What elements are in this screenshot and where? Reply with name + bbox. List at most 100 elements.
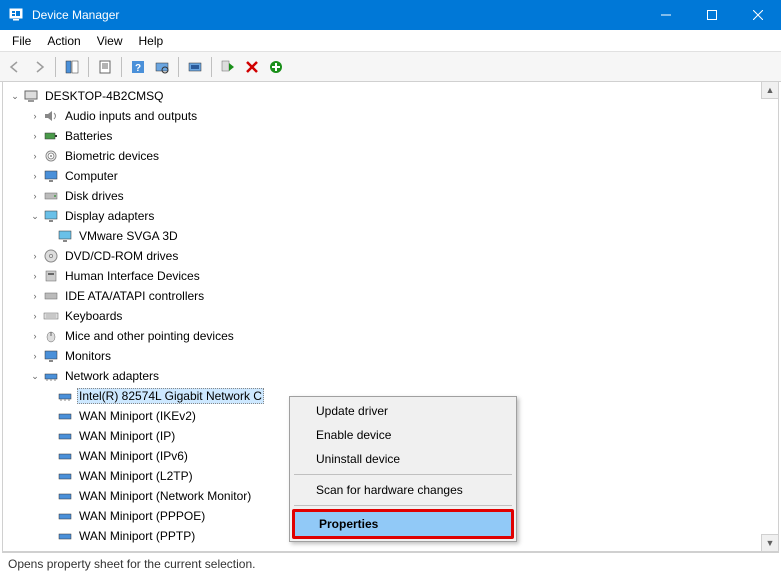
close-button[interactable]: [735, 0, 781, 30]
toolbar-separator: [121, 57, 122, 77]
toolbar: ?: [0, 52, 781, 82]
maximize-button[interactable]: [689, 0, 735, 30]
ctx-uninstall-device[interactable]: Uninstall device: [292, 447, 514, 471]
tree-node-monitors[interactable]: ›Monitors: [3, 346, 761, 366]
update-driver-button[interactable]: [184, 56, 206, 78]
help-button[interactable]: ?: [127, 56, 149, 78]
keyboard-icon: [43, 308, 59, 324]
tree-node-label: WAN Miniport (IKEv2): [77, 408, 198, 424]
speaker-icon: [43, 108, 59, 124]
menu-help[interactable]: Help: [131, 32, 172, 50]
client-area: ▲ ▼ ⌄ DESKTOP-4B2CMSQ › Audio inputs and …: [2, 82, 779, 552]
tree-node-label: Intel(R) 82574L Gigabit Network C: [77, 388, 264, 404]
back-button[interactable]: [4, 56, 26, 78]
chevron-right-icon[interactable]: ›: [29, 330, 41, 342]
chevron-right-icon[interactable]: ›: [29, 130, 41, 142]
tree-node-vmware[interactable]: VMware SVGA 3D: [3, 226, 761, 246]
network-adapter-icon: [57, 488, 73, 504]
tree-node-hid[interactable]: › Human Interface Devices: [3, 266, 761, 286]
tree-node-label: Mice and other pointing devices: [63, 328, 236, 344]
tree-root[interactable]: ⌄ DESKTOP-4B2CMSQ: [3, 86, 761, 106]
chevron-right-icon[interactable]: ›: [29, 270, 41, 282]
tree-node-audio[interactable]: › Audio inputs and outputs: [3, 106, 761, 126]
ctx-separator: [294, 474, 512, 475]
status-bar: Opens property sheet for the current sel…: [2, 552, 779, 574]
tree-node-mice[interactable]: › Mice and other pointing devices: [3, 326, 761, 346]
enable-device-button[interactable]: [217, 56, 239, 78]
chevron-right-icon[interactable]: ›: [29, 310, 41, 322]
ctx-scan-hardware[interactable]: Scan for hardware changes: [292, 478, 514, 502]
network-adapter-icon: [43, 368, 59, 384]
chevron-right-icon[interactable]: ›: [29, 150, 41, 162]
network-adapter-icon: [57, 428, 73, 444]
tree-node-label: WAN Miniport (L2TP): [77, 468, 195, 484]
scroll-down-button[interactable]: ▼: [761, 534, 778, 551]
fingerprint-icon: [43, 148, 59, 164]
chevron-right-icon[interactable]: ›: [29, 350, 41, 362]
ctx-update-driver[interactable]: Update driver: [292, 399, 514, 423]
chevron-down-icon[interactable]: ⌄: [9, 90, 21, 102]
menu-bar: File Action View Help: [0, 30, 781, 52]
battery-icon: [43, 128, 59, 144]
network-adapter-icon: [57, 388, 73, 404]
computer-icon: [23, 88, 39, 104]
network-adapter-icon: [57, 448, 73, 464]
tree-node-computer[interactable]: ›Computer: [3, 166, 761, 186]
tree-node-label: WAN Miniport (IP): [77, 428, 177, 444]
tree-node-label: Audio inputs and outputs: [63, 108, 199, 124]
menu-view[interactable]: View: [89, 32, 131, 50]
chevron-down-icon[interactable]: ⌄: [29, 370, 41, 382]
tree-node-label: WAN Miniport (PPPOE): [77, 508, 207, 524]
chevron-right-icon[interactable]: ›: [29, 170, 41, 182]
svg-text:?: ?: [135, 63, 141, 74]
tree-node-network[interactable]: ⌄ Network adapters: [3, 366, 761, 386]
ide-icon: [43, 288, 59, 304]
disk-icon: [43, 188, 59, 204]
toolbar-separator: [88, 57, 89, 77]
chevron-right-icon[interactable]: ›: [29, 250, 41, 262]
highlight-annotation: Properties: [292, 509, 514, 539]
tree-node-biometric[interactable]: › Biometric devices: [3, 146, 761, 166]
scroll-up-button[interactable]: ▲: [761, 82, 778, 99]
tree-node-keyboards[interactable]: › Keyboards: [3, 306, 761, 326]
display-adapter-icon: [57, 228, 73, 244]
chevron-right-icon[interactable]: ›: [29, 190, 41, 202]
tree-node-label: IDE ATA/ATAPI controllers: [63, 288, 206, 304]
toolbar-separator: [211, 57, 212, 77]
tree-node-ide[interactable]: › IDE ATA/ATAPI controllers: [3, 286, 761, 306]
monitor-icon: [43, 348, 59, 364]
tree-node-display[interactable]: ⌄ Display adapters: [3, 206, 761, 226]
tree-node-label: Display adapters: [63, 208, 156, 224]
network-adapter-icon: [57, 468, 73, 484]
ctx-enable-device[interactable]: Enable device: [292, 423, 514, 447]
tree-node-dvd[interactable]: ›DVD/CD-ROM drives: [3, 246, 761, 266]
chevron-right-icon[interactable]: ›: [29, 290, 41, 302]
tree-node-label: WAN Miniport (Network Monitor): [77, 488, 253, 504]
chevron-down-icon[interactable]: ⌄: [29, 210, 41, 222]
tree-node-label: WAN Miniport (PPTP): [77, 528, 197, 544]
toolbar-separator: [55, 57, 56, 77]
tree-node-label: Keyboards: [63, 308, 124, 324]
display-adapter-icon: [43, 208, 59, 224]
menu-file[interactable]: File: [4, 32, 39, 50]
uninstall-device-button[interactable]: [241, 56, 263, 78]
properties-button[interactable]: [94, 56, 116, 78]
window-title: Device Manager: [32, 8, 643, 22]
forward-button[interactable]: [28, 56, 50, 78]
status-text: Opens property sheet for the current sel…: [8, 557, 255, 571]
dvd-icon: [43, 248, 59, 264]
tree-node-label: Human Interface Devices: [63, 268, 202, 284]
tree-node-label: Network adapters: [63, 368, 161, 384]
tree-node-label: Biometric devices: [63, 148, 161, 164]
tree-node-batteries[interactable]: ›Batteries: [3, 126, 761, 146]
add-hardware-button[interactable]: [265, 56, 287, 78]
scan-hardware-button[interactable]: [151, 56, 173, 78]
minimize-button[interactable]: [643, 0, 689, 30]
tree-node-label: VMware SVGA 3D: [77, 228, 180, 244]
menu-action[interactable]: Action: [39, 32, 88, 50]
show-hide-tree-button[interactable]: [61, 56, 83, 78]
tree-node-disk[interactable]: ›Disk drives: [3, 186, 761, 206]
app-icon: [8, 7, 24, 23]
chevron-right-icon[interactable]: ›: [29, 110, 41, 122]
ctx-properties[interactable]: Properties: [295, 512, 511, 536]
